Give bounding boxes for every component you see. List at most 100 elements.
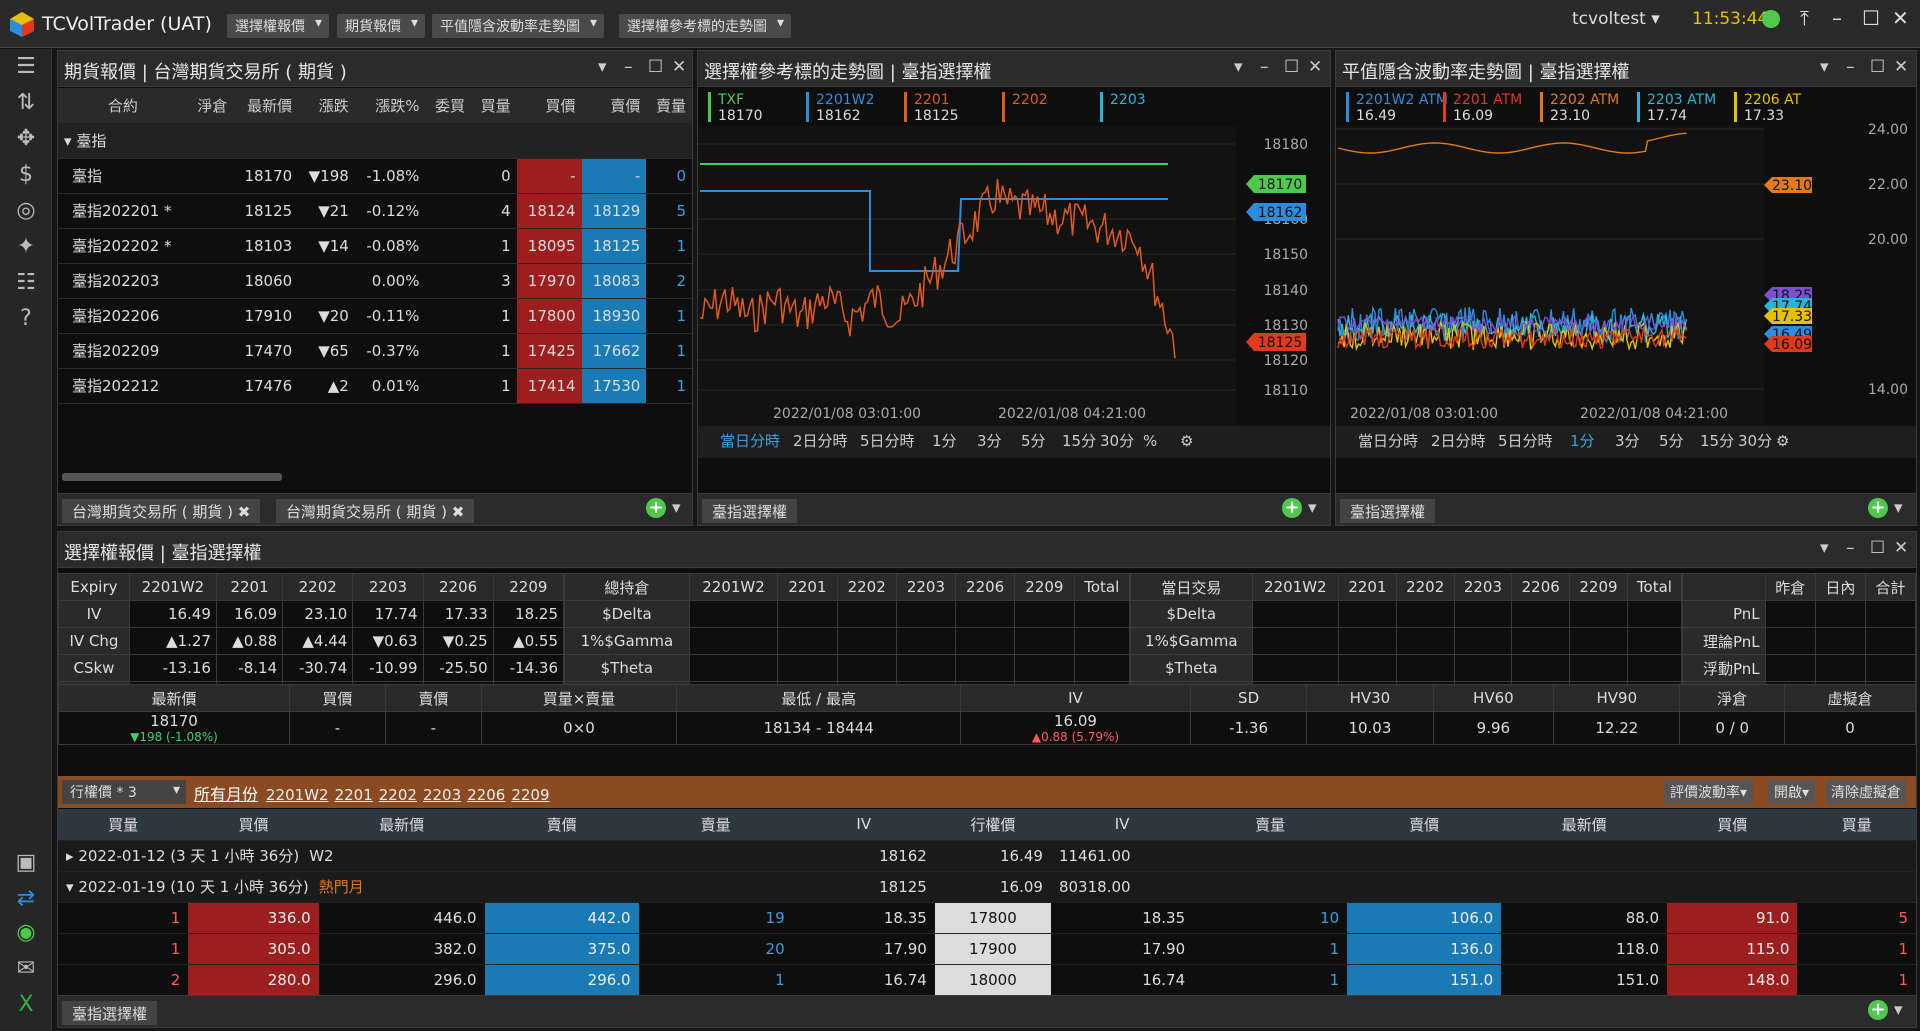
chain-cell-6[interactable]: 18000 bbox=[934, 964, 1051, 996]
panel-maximize-icon[interactable]: ☐ bbox=[648, 57, 663, 77]
settings-icon[interactable]: ⚙ bbox=[1180, 432, 1193, 450]
range-option[interactable]: % bbox=[1143, 432, 1157, 450]
range-option[interactable]: 3分 bbox=[977, 432, 1002, 450]
panel-minimize-icon[interactable]: – bbox=[624, 57, 633, 77]
table-row[interactable]: 臺指202209 17470 ▼65 -0.37% 1 17425 17662 1 bbox=[58, 333, 692, 369]
menu-atm-iv-chart[interactable]: 平值隱含波動率走勢圖 bbox=[432, 14, 604, 38]
column-header[interactable]: 日內 bbox=[1814, 573, 1866, 601]
column-header[interactable]: 行權價 bbox=[934, 809, 1051, 841]
column-header[interactable]: IV bbox=[792, 809, 935, 841]
panel-minimize-icon[interactable]: – bbox=[1846, 538, 1855, 558]
column-header[interactable]: 2202 bbox=[282, 573, 354, 601]
all-months-link[interactable]: 所有月份 bbox=[194, 785, 258, 804]
add-tab-icon[interactable]: + bbox=[1868, 1000, 1888, 1020]
tab-txo[interactable]: 臺指選擇權 bbox=[702, 499, 798, 523]
chain-cell-9[interactable]: 151.0 bbox=[1347, 964, 1502, 996]
help-icon[interactable]: ? bbox=[12, 305, 40, 333]
panel-close-icon[interactable]: ✕ bbox=[1308, 57, 1322, 77]
table-row[interactable]: 臺指202206 17910 ▼20 -0.11% 1 17800 18930 1 bbox=[58, 298, 692, 334]
month-link-2201[interactable]: 2201 bbox=[335, 786, 373, 804]
column-header[interactable]: 2203 bbox=[895, 573, 957, 601]
range-option[interactable]: 15分 bbox=[1700, 432, 1734, 450]
column-header[interactable]: 2202 bbox=[1395, 573, 1455, 601]
tab-futures-exchange-1[interactable]: 台灣期貨交易所 ( 期貨 ) ✖ bbox=[62, 499, 261, 523]
sparkle-icon[interactable]: ✦ bbox=[12, 233, 40, 261]
column-header[interactable]: 買價 bbox=[188, 809, 319, 841]
chain-cell-6[interactable]: 17800 bbox=[934, 902, 1051, 934]
underlying-chart[interactable]: TXF181702201W2181622201181252202 22031818… bbox=[698, 88, 1330, 458]
move-icon[interactable]: ✥ bbox=[12, 125, 40, 153]
column-header[interactable]: 賣量 bbox=[638, 809, 793, 841]
column-header[interactable]: 買價 bbox=[288, 684, 386, 712]
column-header[interactable]: HV90 bbox=[1553, 684, 1681, 712]
column-header[interactable]: 2201W2 bbox=[688, 573, 779, 601]
table-row[interactable]: 臺指202201 * 18125 ▼21 -0.12% 4 18124 18129 5 bbox=[58, 193, 692, 229]
swap-icon[interactable]: ⇄ bbox=[12, 885, 40, 913]
user-icon[interactable]: ◉ bbox=[12, 919, 40, 947]
pricing-vol-button[interactable]: 評價波動率▾ bbox=[1664, 780, 1754, 804]
column-header[interactable]: 2206 bbox=[422, 573, 494, 601]
range-option[interactable]: 當日分時 bbox=[1358, 432, 1418, 450]
chevron-right-icon[interactable]: ▸ bbox=[66, 847, 78, 865]
chain-cell-11[interactable]: 148.0 bbox=[1667, 964, 1798, 996]
range-option[interactable]: 1分 bbox=[932, 432, 957, 450]
user-menu[interactable]: tcvoltest ▾ bbox=[1572, 9, 1660, 29]
range-option[interactable]: 5分 bbox=[1659, 432, 1684, 450]
save-icon[interactable]: ▣ bbox=[12, 849, 40, 877]
open-button[interactable]: 開啟▾ bbox=[1768, 780, 1816, 804]
column-header[interactable]: 2201 bbox=[777, 573, 838, 601]
group-row[interactable]: ▾ 臺指 bbox=[58, 123, 692, 159]
panel-maximize-icon[interactable]: ☐ bbox=[1870, 538, 1885, 558]
maximize-icon[interactable]: ☐ bbox=[1862, 6, 1880, 30]
column-header[interactable]: 賣價 bbox=[384, 684, 482, 712]
chevron-down-icon[interactable]: ▾ bbox=[64, 132, 76, 150]
column-header[interactable]: 買價 bbox=[1667, 809, 1798, 841]
panel-maximize-icon[interactable]: ☐ bbox=[1284, 57, 1299, 77]
column-header[interactable]: 最低 / 最高 bbox=[676, 684, 962, 712]
column-header[interactable]: 當日交易 bbox=[1130, 573, 1253, 601]
range-option[interactable]: 5分 bbox=[1021, 432, 1046, 450]
chain-cell-1[interactable]: 280.0 bbox=[188, 964, 319, 996]
table-row[interactable]: 2 280.0 296.0 296.0 1 16.74 18000 16.74 1 151.0 15… bbox=[58, 964, 1916, 996]
add-tab-icon[interactable]: + bbox=[1282, 498, 1302, 518]
column-header[interactable]: Total bbox=[1073, 573, 1130, 601]
column-header[interactable]: 買量×賣量 bbox=[480, 684, 678, 712]
column-header[interactable]: Expiry bbox=[58, 573, 130, 601]
cell-7[interactable]: 17970 bbox=[516, 263, 582, 299]
cell-8[interactable]: 18125 bbox=[581, 228, 647, 264]
column-header[interactable]: 2203 bbox=[352, 573, 424, 601]
strike-count-select[interactable]: 行權價 * 3 ▾ bbox=[62, 780, 186, 804]
column-header[interactable]: 買量 bbox=[58, 809, 189, 841]
horizontal-scrollbar[interactable] bbox=[62, 473, 282, 481]
column-header[interactable]: 2203 bbox=[1453, 573, 1513, 601]
chain-cell-9[interactable]: 136.0 bbox=[1347, 933, 1502, 965]
column-header[interactable] bbox=[1682, 573, 1766, 601]
column-header[interactable]: 2201W2 bbox=[1251, 573, 1340, 601]
tab-close-icon[interactable]: ✖ bbox=[452, 503, 465, 521]
column-header[interactable]: Total bbox=[1626, 573, 1683, 601]
column-header[interactable]: 賣價 bbox=[1347, 809, 1502, 841]
chain-cell-1[interactable]: 336.0 bbox=[188, 902, 319, 934]
cell-8[interactable]: - bbox=[581, 158, 647, 194]
panel-close-icon[interactable]: ✕ bbox=[1894, 57, 1908, 77]
column-header[interactable]: HV30 bbox=[1306, 684, 1434, 712]
panel-close-icon[interactable]: ✕ bbox=[672, 57, 686, 77]
column-header[interactable]: 最新價 bbox=[58, 684, 290, 712]
month-link-2202[interactable]: 2202 bbox=[379, 786, 417, 804]
column-header[interactable]: 昨倉 bbox=[1764, 573, 1816, 601]
column-header[interactable]: 最新價 bbox=[318, 809, 485, 841]
chain-cell-3[interactable]: 442.0 bbox=[484, 902, 639, 934]
panel-menu-icon[interactable]: ▾ bbox=[1234, 57, 1243, 77]
expiry-row[interactable]: ▾ 2022-01-19 (10 天 1 小時 36分) 熱門月 18125 16.0… bbox=[58, 871, 1916, 903]
table-row[interactable]: 臺指202212 17476 ▲2 0.01% 1 17414 17530 1 bbox=[58, 368, 692, 404]
column-header[interactable]: 賣價 bbox=[581, 88, 647, 123]
menu-option-quote[interactable]: 選擇權報價 bbox=[227, 14, 329, 38]
month-link-2209[interactable]: 2209 bbox=[511, 786, 549, 804]
range-option[interactable]: 3分 bbox=[1615, 432, 1640, 450]
cell-7[interactable]: 17800 bbox=[516, 298, 582, 334]
target-icon[interactable]: ◎ bbox=[12, 197, 40, 225]
mail-icon[interactable]: ✉ bbox=[12, 955, 40, 983]
tab-txo[interactable]: 臺指選擇權 bbox=[1340, 499, 1436, 523]
range-option[interactable]: 1分 bbox=[1570, 432, 1595, 450]
range-option[interactable]: 5日分時 bbox=[1498, 432, 1553, 450]
